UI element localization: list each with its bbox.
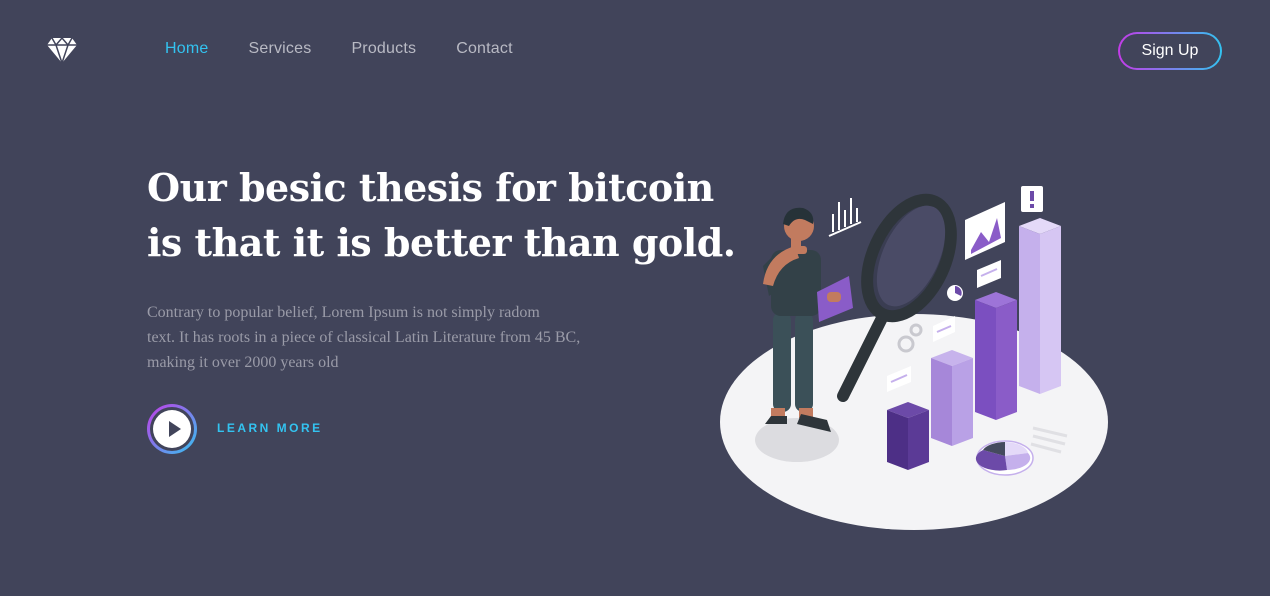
nav-item-products[interactable]: Products xyxy=(351,40,416,58)
message-card-1 xyxy=(977,260,1001,288)
main-nav: Home Services Products Contact xyxy=(165,40,513,58)
logo[interactable] xyxy=(46,36,78,66)
bar-1 xyxy=(887,402,929,470)
nav-item-home[interactable]: Home xyxy=(165,40,208,58)
bar-icon xyxy=(828,198,862,237)
data-analysis-illustration xyxy=(720,186,1108,530)
hero-description: Contrary to popular belief, Lorem Ipsum … xyxy=(147,300,627,375)
learn-more-link[interactable]: LEARN MORE xyxy=(217,421,323,435)
alert-card xyxy=(1021,186,1043,212)
nav-item-contact[interactable]: Contact xyxy=(456,40,513,58)
signup-button[interactable]: Sign Up xyxy=(1118,32,1222,70)
mountain-chart-card xyxy=(965,202,1005,260)
hero-description-line-3: making it over 2000 years old xyxy=(147,354,339,371)
hero-headline-line-1: Our besic thesis for bitcoin xyxy=(147,165,714,210)
bar-4 xyxy=(1019,218,1061,394)
hero-headline: Our besic thesis for bitcoin is that it … xyxy=(147,160,747,270)
hero-description-line-2: text. It has roots in a piece of classic… xyxy=(147,329,581,346)
hero-headline-line-2: is that it is better than gold. xyxy=(147,220,736,265)
play-icon xyxy=(153,410,191,448)
floor-pie-chart xyxy=(975,440,1034,476)
play-button[interactable] xyxy=(147,404,197,454)
bar-2 xyxy=(931,350,973,446)
bar-3 xyxy=(975,292,1017,420)
diamond-icon xyxy=(47,36,77,66)
hero-description-line-1: Contrary to popular belief, Lorem Ipsum … xyxy=(147,304,540,321)
nav-item-services[interactable]: Services xyxy=(248,40,311,58)
